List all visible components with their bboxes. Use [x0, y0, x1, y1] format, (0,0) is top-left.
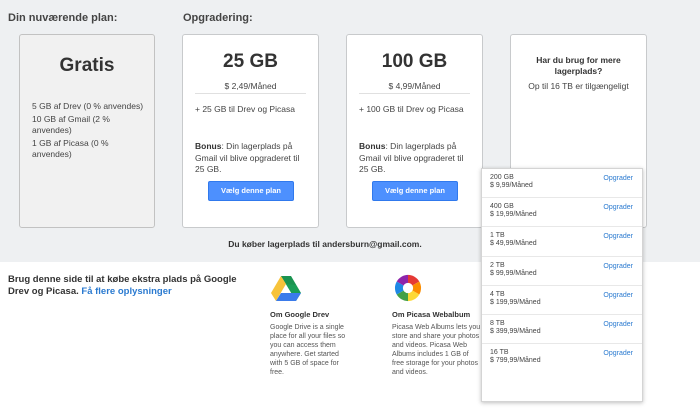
bonus-label: Bonus	[195, 141, 222, 151]
storage-option-200gb: 200 GB $ 9,99/Måned Opgrader	[482, 169, 642, 199]
learn-more-link[interactable]: Få flere oplysninger	[81, 286, 171, 297]
upgrade-link[interactable]: Opgrader	[603, 175, 633, 182]
choose-plan-100gb-button[interactable]: Vælg denne plan	[372, 181, 458, 201]
plan-title: 25 GB	[223, 51, 278, 72]
upgrade-link[interactable]: Opgrader	[603, 292, 633, 299]
about-drive: Om Google Drev Google Drive is a single …	[270, 274, 350, 377]
more-storage-subtitle: Op til 16 TB er tilgængeligt	[528, 81, 629, 91]
plan-price: $ 4,99/Måned	[388, 81, 441, 91]
divider	[195, 93, 306, 94]
drive-usage: 5 GB af Drev (0 % anvendes)	[32, 101, 144, 111]
storage-option-8tb: 8 TB $ 399,99/Måned Opgrader	[482, 315, 642, 345]
storage-option-1tb: 1 TB $ 49,99/Måned Opgrader	[482, 227, 642, 257]
bonus-label: Bonus	[359, 141, 386, 151]
upgrade-link[interactable]: Opgrader	[603, 204, 633, 211]
storage-option-2tb: 2 TB $ 99,99/Måned Opgrader	[482, 257, 642, 286]
about-picasa: Om Picasa Webalbum Picasa Web Albums let…	[392, 274, 482, 377]
google-drive-icon	[271, 276, 301, 301]
plan-card-25gb: 25 GB $ 2,49/Måned + 25 GB til Drev og P…	[182, 34, 319, 228]
current-plan-title: Gratis	[59, 55, 115, 76]
current-plan-card: Gratis 5 GB af Drev (0 % anvendes) 10 GB…	[19, 34, 155, 228]
plan-bonus: Bonus: Din lagerplads på Gmail vil blive…	[359, 141, 472, 176]
option-price: $ 199,99/Måned	[490, 298, 541, 306]
upgrade-label: Opgradering:	[183, 12, 253, 24]
about-picasa-text: Picasa Web Albums lets you store and sha…	[392, 324, 481, 376]
option-price: $ 99,99/Måned	[490, 269, 537, 277]
info-text: Brug denne side til at købe ekstra plads…	[8, 274, 238, 298]
current-plan-details: 5 GB af Drev (0 % anvendes) 10 GB af Gma…	[32, 101, 146, 162]
upgrade-link[interactable]: Opgrader	[603, 263, 633, 270]
option-price: $ 399,99/Måned	[490, 327, 541, 335]
divider	[359, 93, 470, 94]
plan-bonus: Bonus: Din lagerplads på Gmail vil blive…	[195, 141, 308, 176]
about-picasa-title: Om Picasa Webalbum	[392, 310, 471, 319]
choose-plan-25gb-button[interactable]: Vælg denne plan	[208, 181, 294, 201]
plan-price: $ 2,49/Måned	[224, 81, 277, 91]
about-drive-title: Om Google Drev	[270, 310, 330, 319]
storage-option-400gb: 400 GB $ 19,99/Måned Opgrader	[482, 198, 642, 228]
plan-storage-line: + 100 GB til Drev og Picasa	[359, 104, 464, 114]
storage-option-4tb: 4 TB $ 199,99/Måned Opgrader	[482, 286, 642, 315]
picasa-icon	[394, 274, 422, 302]
more-storage-title: Har du brug for mere lagerplads?	[536, 55, 621, 76]
option-price: $ 9,99/Måned	[490, 182, 533, 189]
current-plan-label: Din nuværende plan:	[8, 12, 118, 24]
gmail-usage: 10 GB af Gmail (2 % anvendes)	[32, 113, 110, 136]
option-price: $ 49,99/Måned	[490, 240, 537, 248]
more-storage-dropdown: 200 GB $ 9,99/Måned Opgrader 400 GB $ 19…	[481, 168, 643, 402]
plan-card-100gb: 100 GB $ 4,99/Måned + 100 GB til Drev og…	[346, 34, 483, 228]
storage-option-16tb: 16 TB $ 799,99/Måned Opgrader	[482, 344, 642, 373]
about-drive-text: Google Drive is a single place for all y…	[270, 324, 346, 376]
upgrade-link[interactable]: Opgrader	[603, 350, 633, 357]
picasa-usage: 1 GB af Picasa (0 % anvendes)	[32, 137, 109, 160]
plan-storage-line: + 25 GB til Drev og Picasa	[195, 104, 295, 114]
option-price: $ 799,99/Måned	[490, 357, 541, 365]
option-price: $ 19,99/Måned	[490, 211, 537, 219]
upgrade-link[interactable]: Opgrader	[603, 233, 633, 240]
plan-title: 100 GB	[381, 51, 448, 72]
upgrade-link[interactable]: Opgrader	[603, 321, 633, 328]
